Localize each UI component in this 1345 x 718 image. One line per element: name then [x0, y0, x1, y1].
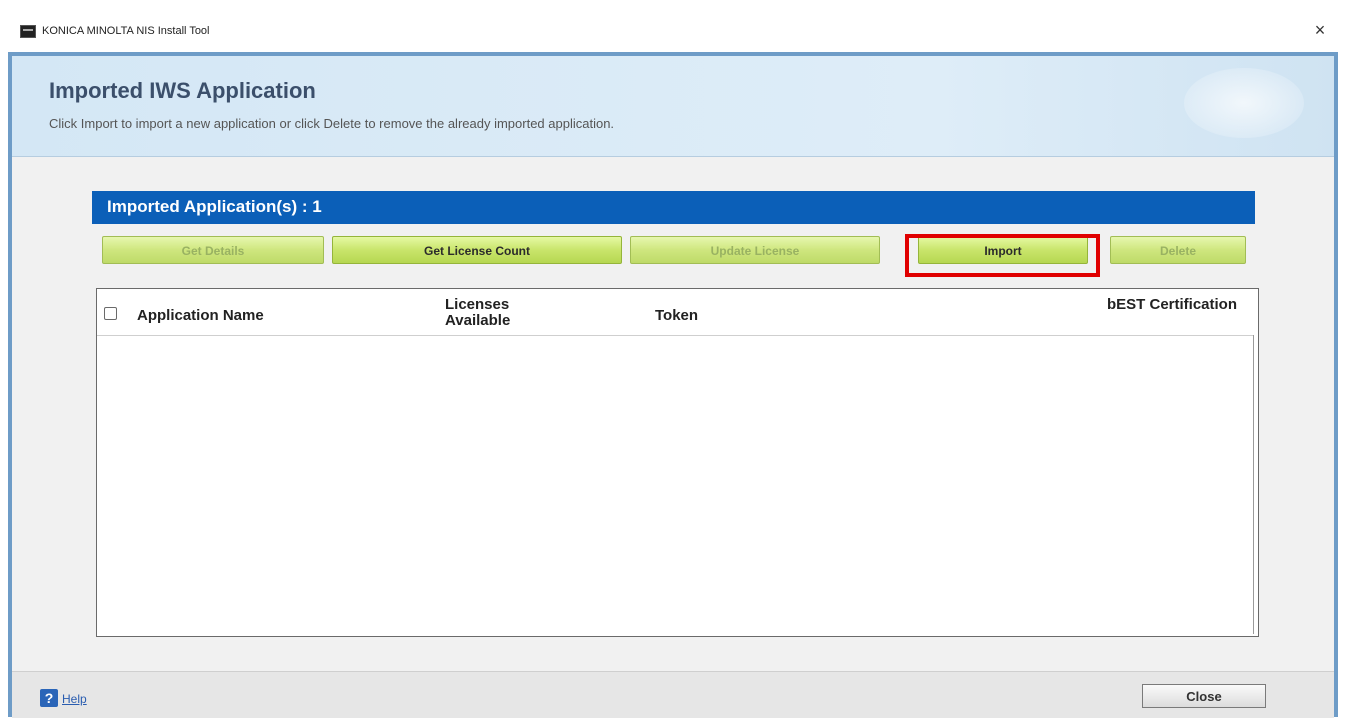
- app-icon: [20, 25, 36, 38]
- column-best-certification[interactable]: bEST Certification: [1107, 297, 1237, 313]
- get-details-button[interactable]: Get Details: [102, 236, 324, 264]
- page-title: Imported IWS Application: [49, 78, 316, 103]
- footer-bar: ? Help Close: [12, 671, 1334, 718]
- window-title: KONICA MINOLTA NIS Install Tool: [42, 25, 210, 37]
- get-license-count-button[interactable]: Get License Count: [332, 236, 622, 264]
- imported-apps-bar: Imported Application(s) : 1: [92, 191, 1255, 224]
- column-licenses-available[interactable]: Licenses Available: [445, 297, 555, 329]
- imported-apps-title: Imported Application(s) : 1: [107, 197, 322, 216]
- table-header: Application Name Licenses Available Toke…: [97, 289, 1258, 336]
- table-scrollbar[interactable]: [1253, 335, 1258, 634]
- applications-table: Application Name Licenses Available Toke…: [96, 288, 1259, 637]
- select-all-checkbox[interactable]: [104, 307, 117, 320]
- help-link[interactable]: Help: [62, 692, 87, 706]
- import-highlight: [905, 234, 1100, 277]
- close-icon[interactable]: ×: [1310, 20, 1330, 40]
- update-license-button[interactable]: Update License: [630, 236, 880, 264]
- close-button[interactable]: Close: [1142, 684, 1266, 708]
- window-body: Imported IWS Application Click Import to…: [12, 56, 1334, 718]
- window-frame: Imported IWS Application Click Import to…: [8, 52, 1338, 718]
- header-decoration: [1184, 68, 1304, 138]
- title-bar: KONICA MINOLTA NIS Install Tool ×: [0, 0, 1345, 46]
- help-icon[interactable]: ?: [40, 689, 58, 707]
- column-application-name[interactable]: Application Name: [137, 307, 264, 324]
- delete-button[interactable]: Delete: [1110, 236, 1246, 264]
- column-token[interactable]: Token: [655, 307, 698, 324]
- page-description: Click Import to import a new application…: [49, 116, 615, 131]
- page-header: Imported IWS Application Click Import to…: [12, 56, 1334, 157]
